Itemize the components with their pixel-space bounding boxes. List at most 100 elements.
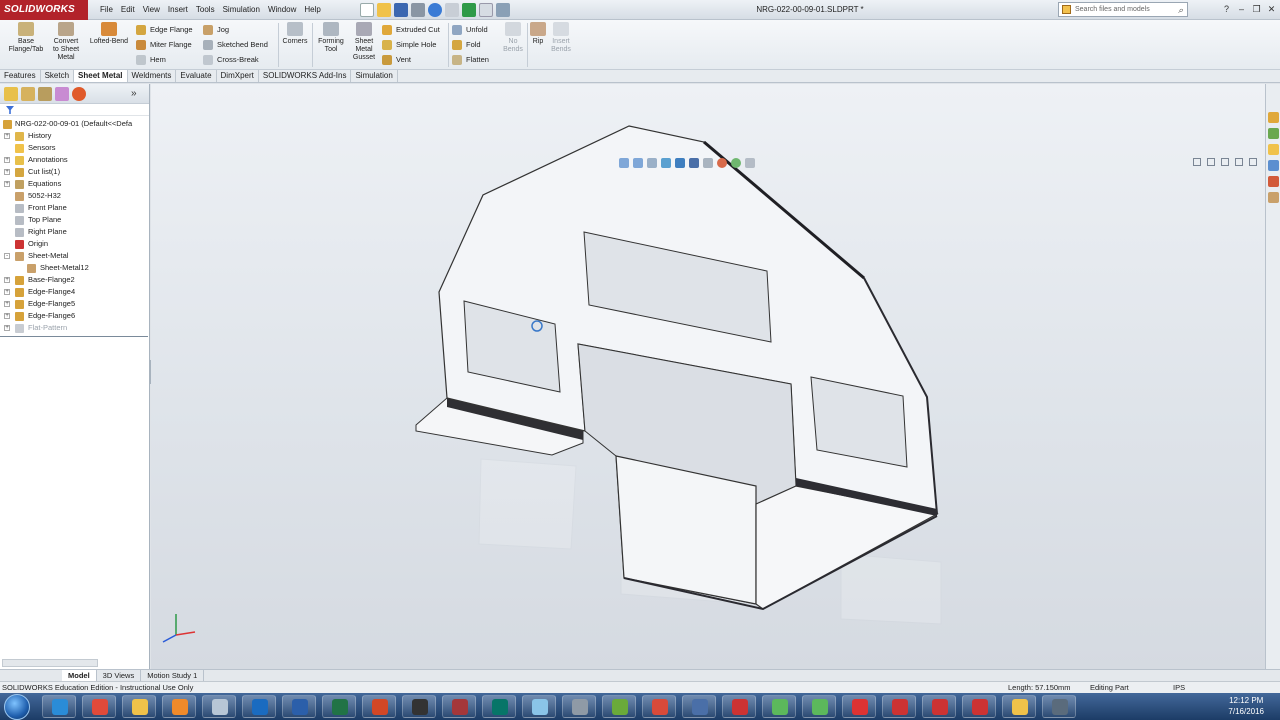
flatten-button[interactable]: Flatten: [452, 52, 500, 67]
tab-dimxpert[interactable]: DimXpert: [217, 70, 259, 82]
tree-item[interactable]: Front Plane: [0, 202, 149, 214]
no-bends-button[interactable]: No Bends: [500, 22, 526, 54]
taskbar-app-button[interactable]: [1002, 695, 1036, 718]
taskbar-app-button[interactable]: [682, 695, 716, 718]
rollback-bar[interactable]: [0, 336, 148, 337]
menu-help[interactable]: Help: [300, 0, 324, 20]
extruded-cut-button[interactable]: Extruded Cut: [382, 22, 448, 37]
tree-item[interactable]: + Base-Flange2: [0, 274, 149, 286]
taskbar-app-button[interactable]: [922, 695, 956, 718]
taskbar-app-button[interactable]: [522, 695, 556, 718]
expand-toggle-icon[interactable]: +: [4, 181, 10, 187]
simple-hole-button[interactable]: Simple Hole: [382, 37, 448, 52]
feature-tree-icon[interactable]: [4, 87, 18, 101]
tree-item[interactable]: Sheet-Metal12: [0, 262, 149, 274]
taskbar-app-button[interactable]: [882, 695, 916, 718]
tree-item[interactable]: Right Plane: [0, 226, 149, 238]
expand-toggle-icon[interactable]: +: [4, 313, 10, 319]
taskbar-app-button[interactable]: [762, 695, 796, 718]
viewport-minimize-icon[interactable]: [1221, 158, 1229, 166]
solidworks-resources-icon[interactable]: [1268, 112, 1279, 123]
cross-break-button[interactable]: Cross-Break: [203, 52, 277, 67]
taskbar-app-button[interactable]: [322, 695, 356, 718]
expand-toggle-icon[interactable]: +: [4, 325, 10, 331]
taskbar-app-button[interactable]: [202, 695, 236, 718]
zoom-area-icon[interactable]: [633, 158, 643, 168]
tree-item[interactable]: Top Plane: [0, 214, 149, 226]
configuration-manager-icon[interactable]: [38, 87, 52, 101]
section-view-icon[interactable]: [661, 158, 671, 168]
rebuild-icon[interactable]: [462, 3, 476, 17]
taskbar-app-button[interactable]: [802, 695, 836, 718]
filter-bar[interactable]: [0, 104, 149, 116]
menu-edit[interactable]: Edit: [117, 0, 139, 20]
expand-toggle-icon[interactable]: +: [4, 169, 10, 175]
tree-item[interactable]: + Flat-Pattern: [0, 322, 149, 334]
taskbar-app-button[interactable]: [362, 695, 396, 718]
base-flange-button[interactable]: Base Flange/Tab: [4, 22, 48, 54]
appearances-icon[interactable]: [1268, 176, 1279, 187]
viewport-close-icon[interactable]: [1249, 158, 1257, 166]
taskbar-app-button[interactable]: [242, 695, 276, 718]
tree-item[interactable]: Origin: [0, 238, 149, 250]
expand-toggle-icon[interactable]: +: [4, 157, 10, 163]
fold-button[interactable]: Fold: [452, 37, 500, 52]
part-model[interactable]: [151, 84, 1265, 669]
tab-weldments[interactable]: Weldments: [128, 70, 177, 82]
property-manager-icon[interactable]: [21, 87, 35, 101]
tab-addins[interactable]: SOLIDWORKS Add-Ins: [259, 70, 352, 82]
tab-evaluate[interactable]: Evaluate: [176, 70, 217, 82]
expand-toggle-icon[interactable]: +: [4, 133, 10, 139]
tree-item[interactable]: Sensors: [0, 142, 149, 154]
search-input[interactable]: Search files and models ⌕: [1058, 2, 1188, 17]
display-manager-icon[interactable]: [72, 87, 86, 101]
edit-appearance-icon[interactable]: [717, 158, 727, 168]
tab-sketch[interactable]: Sketch: [41, 70, 75, 82]
view-orientation-icon[interactable]: [675, 158, 685, 168]
edge-flange-button[interactable]: Edge Flange: [136, 22, 202, 37]
search-icon[interactable]: ⌕: [1178, 4, 1183, 17]
taskbar-app-button[interactable]: [442, 695, 476, 718]
menu-window[interactable]: Window: [264, 0, 300, 20]
graphics-area[interactable]: [151, 84, 1265, 669]
new-icon[interactable]: [360, 3, 374, 17]
menu-simulation[interactable]: Simulation: [219, 0, 264, 20]
file-properties-icon[interactable]: [479, 3, 493, 17]
design-library-icon[interactable]: [1268, 128, 1279, 139]
taskbar-app-button[interactable]: [42, 695, 76, 718]
taskbar-app-button[interactable]: [842, 695, 876, 718]
viewport-restore-icon[interactable]: [1193, 158, 1201, 166]
taskbar-app-button[interactable]: [162, 695, 196, 718]
apply-scene-icon[interactable]: [731, 158, 741, 168]
solidworks-logo[interactable]: SOLIDWORKS: [0, 0, 88, 20]
tab-motion-study[interactable]: Motion Study 1: [141, 670, 205, 681]
hem-button[interactable]: Hem: [136, 52, 202, 67]
tab-simulation[interactable]: Simulation: [351, 70, 398, 82]
taskbar-app-button[interactable]: [722, 695, 756, 718]
previous-view-icon[interactable]: [647, 158, 657, 168]
save-icon[interactable]: [394, 3, 408, 17]
view-settings-icon[interactable]: [745, 158, 755, 168]
clock[interactable]: 12:12 PM 7/16/2016: [1228, 695, 1264, 717]
expand-toggle-icon[interactable]: +: [4, 277, 10, 283]
start-button[interactable]: [4, 694, 30, 720]
menu-view[interactable]: View: [139, 0, 164, 20]
file-explorer-icon[interactable]: [1268, 144, 1279, 155]
tree-item[interactable]: + Annotations: [0, 154, 149, 166]
expand-panel-icon[interactable]: »: [131, 87, 145, 101]
options-icon[interactable]: [496, 3, 510, 17]
hide-show-icon[interactable]: [703, 158, 713, 168]
tab-sheet-metal[interactable]: Sheet Metal: [74, 70, 128, 82]
print-icon[interactable]: [411, 3, 425, 17]
sketched-bend-button[interactable]: Sketched Bend: [203, 37, 277, 52]
menu-tools[interactable]: Tools: [192, 0, 219, 20]
sheet-metal-gusset-button[interactable]: Sheet Metal Gusset: [348, 22, 380, 62]
taskbar-app-button[interactable]: [482, 695, 516, 718]
tree-item[interactable]: + Edge-Flange4: [0, 286, 149, 298]
tree-item[interactable]: + Edge-Flange5: [0, 298, 149, 310]
tab-model[interactable]: Model: [62, 670, 97, 681]
minimize-icon[interactable]: –: [1235, 2, 1248, 16]
close-icon[interactable]: ✕: [1265, 2, 1278, 16]
menu-insert[interactable]: Insert: [164, 0, 192, 20]
unfold-button[interactable]: Unfold: [452, 22, 500, 37]
